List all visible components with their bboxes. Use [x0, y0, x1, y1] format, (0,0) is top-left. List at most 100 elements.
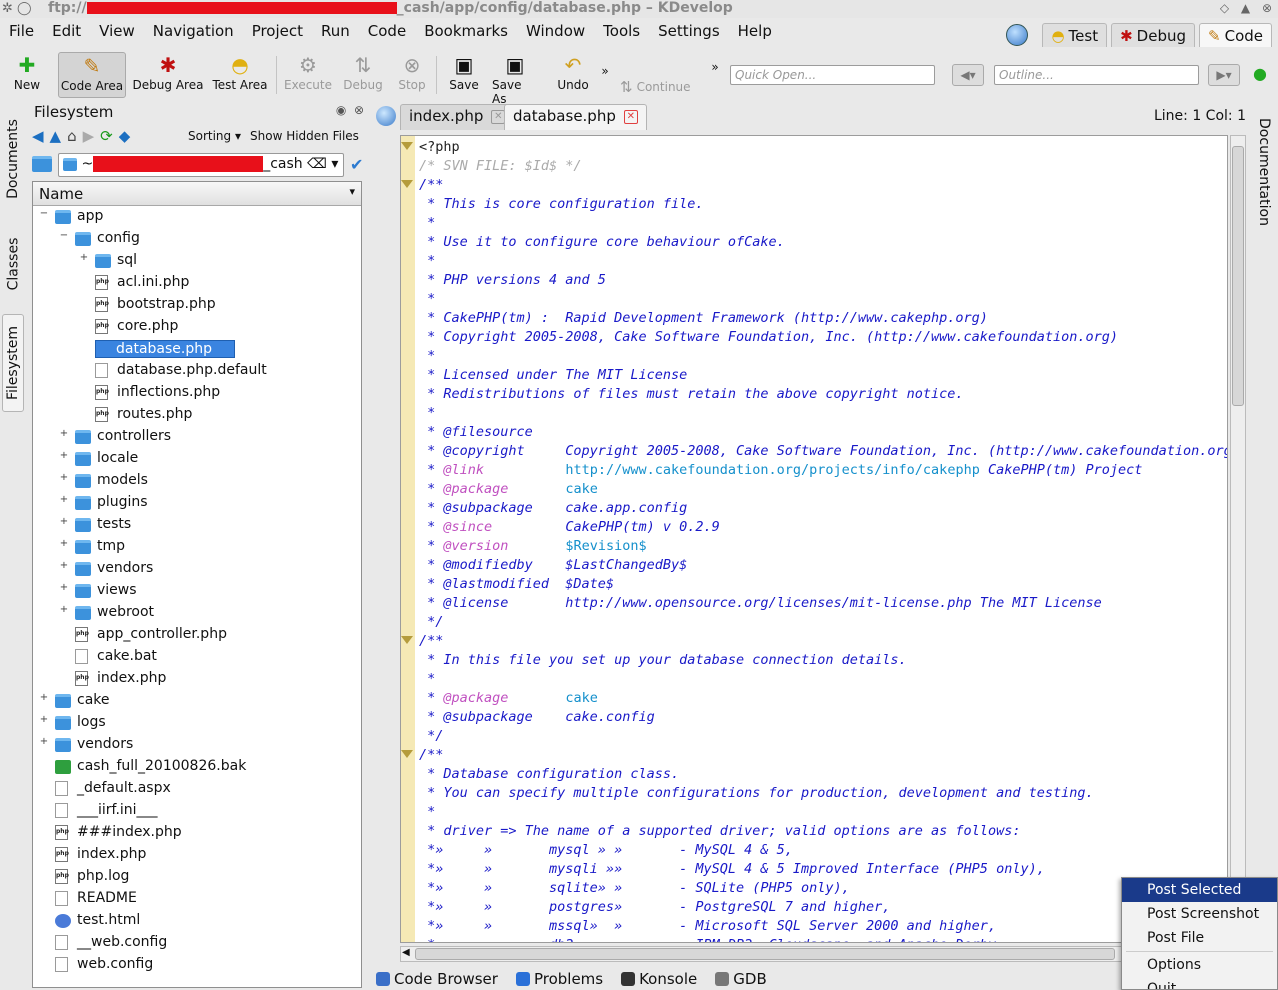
new-button[interactable]: ✚ New — [8, 52, 46, 98]
code-area-button[interactable]: ✎ Code Area — [58, 52, 126, 98]
menu-window[interactable]: Window — [517, 20, 594, 40]
save-as-button[interactable]: ▣ Save As — [492, 52, 538, 106]
tree-file[interactable]: php index.php — [33, 668, 361, 690]
quick-open-input[interactable]: Quick Open... — [730, 65, 935, 85]
forward-nav-button[interactable]: ▶▾ — [1208, 64, 1240, 86]
tab-documentation[interactable]: Documentation — [1256, 118, 1272, 226]
tree-file[interactable]: cake.bat — [33, 646, 361, 668]
expand-icon[interactable]: + — [59, 428, 69, 439]
tree-file[interactable]: __web.config — [33, 932, 361, 954]
bottom-tab-gdb[interactable]: GDB — [715, 970, 767, 988]
globe-icon[interactable] — [1006, 24, 1029, 46]
menu-settings[interactable]: Settings — [649, 20, 729, 40]
expand-icon[interactable]: + — [59, 516, 69, 527]
back-icon[interactable]: ◀ — [32, 127, 44, 145]
tree-file[interactable]: test.html — [33, 910, 361, 932]
panel-buttons[interactable]: ◉ ⊗ — [336, 103, 364, 117]
tab-filesystem[interactable]: Filesystem — [2, 314, 24, 412]
tree-file[interactable]: php routes.php — [33, 404, 361, 426]
context-menu-item[interactable]: Quit — [1122, 977, 1277, 989]
tree-file[interactable]: cash_full_20100826.bak — [33, 756, 361, 778]
tree-file[interactable]: phpdatabase.php — [33, 338, 361, 360]
tree-file[interactable]: php acl.ini.php — [33, 272, 361, 294]
editor-tab[interactable]: index.php ✕ — [400, 104, 515, 130]
expand-icon[interactable]: + — [59, 560, 69, 571]
context-menu-item[interactable]: Post File — [1122, 926, 1277, 950]
close-icon[interactable]: ⊗ — [354, 103, 364, 117]
tree-folder[interactable]: + vendors — [33, 558, 361, 580]
home-icon[interactable]: ⌂ — [67, 127, 77, 145]
expand-icon[interactable]: + — [39, 692, 49, 703]
collapse-icon[interactable]: − — [39, 208, 49, 219]
debug-button[interactable]: ⇅ Debug — [340, 52, 386, 98]
tree-folder[interactable]: + logs — [33, 712, 361, 734]
menu-tools[interactable]: Tools — [594, 20, 649, 40]
tree-file[interactable]: php app_controller.php — [33, 624, 361, 646]
tree-folder[interactable]: + webroot — [33, 602, 361, 624]
scroll-left-icon[interactable]: ◀ — [402, 947, 410, 958]
bottom-tab-code-browser[interactable]: Code Browser — [376, 970, 498, 988]
horizontal-scrollbar[interactable]: ◀ — [400, 946, 1246, 962]
tab-documents[interactable]: Documents — [2, 108, 24, 210]
sync-icon[interactable]: ◆ — [119, 127, 131, 145]
path-combo[interactable]: ~ _cash ⌫ ▾ — [58, 153, 344, 177]
tree-file[interactable]: ___iirf.ini___ — [33, 800, 361, 822]
up-icon[interactable]: ▲ — [50, 127, 62, 145]
tree-file[interactable]: php index.php — [33, 844, 361, 866]
code-text[interactable]: <?php /* SVN FILE: $Id$ */ /** * This is c… — [401, 138, 1227, 942]
window-controls[interactable]: ◇ ▲ ⊗ — [1220, 1, 1276, 15]
expand-icon[interactable]: + — [79, 252, 89, 263]
menu-project[interactable]: Project — [243, 20, 312, 40]
tree-folder[interactable]: + locale — [33, 448, 361, 470]
tree-folder[interactable]: + plugins — [33, 492, 361, 514]
fold-arrow-icon[interactable] — [401, 142, 413, 150]
scroll-thumb[interactable] — [1232, 146, 1244, 406]
tree-folder[interactable]: + views — [33, 580, 361, 602]
tree-folder[interactable]: + models — [33, 470, 361, 492]
fold-arrow-icon[interactable] — [401, 636, 413, 644]
tree-folder[interactable]: + vendors — [33, 734, 361, 756]
editor-tab[interactable]: database.php ✕ — [504, 104, 647, 130]
column-header-name[interactable]: Name ▾ — [33, 182, 361, 206]
context-menu-item[interactable]: Post Screenshot — [1122, 902, 1277, 926]
bottom-tab-konsole[interactable]: Konsole — [621, 970, 697, 988]
chevron-down-icon[interactable]: ▾ — [331, 156, 338, 172]
tree-file[interactable]: php php.log — [33, 866, 361, 888]
expand-icon[interactable]: + — [39, 736, 49, 747]
sorting-menu[interactable]: Sorting ▾ — [188, 129, 241, 143]
debug-area-button[interactable]: ✱ Debug Area — [132, 52, 204, 98]
fold-arrow-icon[interactable] — [401, 180, 413, 188]
tree-file[interactable]: database.php.default — [33, 360, 361, 382]
bottom-tab-problems[interactable]: Problems — [515, 970, 603, 988]
save-button[interactable]: ▣ Save — [444, 52, 484, 98]
tree-file[interactable]: _default.aspx — [33, 778, 361, 800]
undo-button[interactable]: ↶ Undo — [554, 52, 592, 98]
expand-icon[interactable]: + — [59, 450, 69, 461]
expand-icon[interactable]: + — [59, 582, 69, 593]
vertical-scrollbar[interactable] — [1230, 135, 1246, 943]
collapse-icon[interactable]: − — [59, 230, 69, 241]
menu-view[interactable]: View — [90, 20, 144, 40]
expand-icon[interactable]: + — [59, 494, 69, 505]
show-hidden-toggle[interactable]: Show Hidden Files — [250, 129, 359, 143]
tree-folder[interactable]: + cake — [33, 690, 361, 712]
tab-classes[interactable]: Classes — [2, 220, 24, 308]
tree-folder[interactable]: + tmp — [33, 536, 361, 558]
window-menu-icons[interactable]: ✲ ◯ — [2, 1, 32, 16]
tree-file[interactable]: README — [33, 888, 361, 910]
code-editor[interactable]: <?php /* SVN FILE: $Id$ */ /** * This is c… — [400, 135, 1228, 943]
tree-folder[interactable]: + controllers — [33, 426, 361, 448]
area-tab-debug[interactable]: ✱ Debug — [1111, 23, 1196, 47]
tree-folder[interactable]: + sql — [33, 250, 361, 272]
tree-file[interactable]: web.config — [33, 954, 361, 976]
test-area-button[interactable]: ◓ Test Area — [210, 52, 270, 98]
fold-margin[interactable] — [401, 136, 415, 942]
expand-icon[interactable]: + — [59, 538, 69, 549]
tree-folder[interactable]: + tests — [33, 514, 361, 536]
menu-run[interactable]: Run — [312, 20, 359, 40]
context-menu-item[interactable]: Options — [1122, 953, 1277, 977]
tree-folder[interactable]: − app — [33, 206, 361, 228]
menu-help[interactable]: Help — [729, 20, 781, 40]
stop-button[interactable]: ⊗ Stop — [394, 52, 430, 98]
clear-icon[interactable]: ⌫ — [307, 156, 327, 172]
